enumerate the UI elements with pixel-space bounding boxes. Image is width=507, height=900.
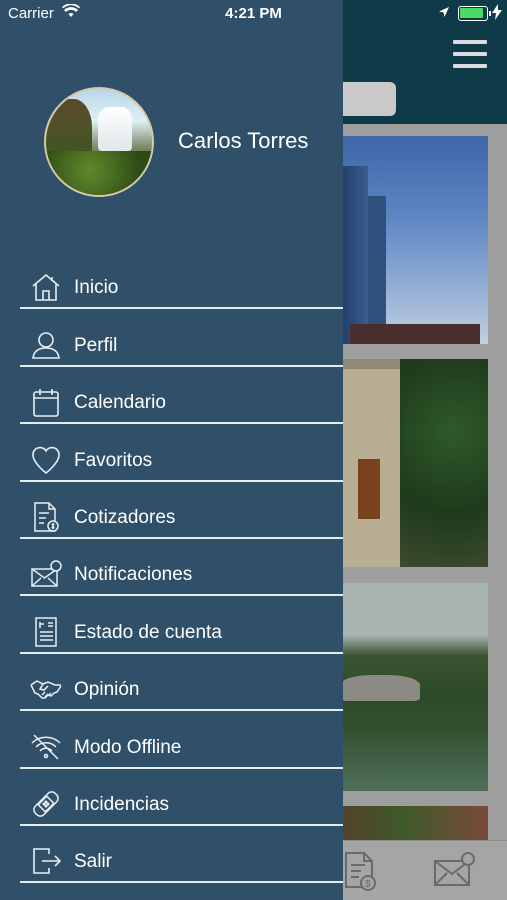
logout-icon: [30, 845, 62, 877]
menu-item-perfil[interactable]: Perfil: [20, 309, 343, 367]
avatar[interactable]: [44, 87, 154, 197]
menu-item-modo-offline[interactable]: Modo Offline: [20, 711, 343, 769]
user-name: Carlos Torres: [178, 128, 309, 153]
menu-item-notificaciones[interactable]: Notificaciones: [20, 539, 343, 597]
photo-card-building[interactable]: [320, 136, 488, 344]
battery-icon: [458, 6, 491, 21]
menu-item-salir[interactable]: Salir: [20, 826, 343, 884]
mail-notification-icon: [30, 558, 62, 590]
status-bar: Carrier 4:21 PM: [0, 0, 507, 28]
location-arrow-icon: [438, 6, 450, 18]
menu-item-label: Perfil: [74, 334, 118, 356]
menu-item-inicio[interactable]: Inicio: [20, 252, 343, 310]
photo-card-palace[interactable]: [320, 359, 488, 567]
hamburger-menu-icon[interactable]: [453, 40, 487, 70]
user-icon: [30, 329, 62, 361]
menu-item-label: Salir: [74, 851, 113, 873]
bandage-icon: [30, 788, 62, 820]
menu-item-label: Calendario: [74, 392, 166, 414]
drawer-menu: Inicio Perfil Calendario Favoritos Cotiz: [20, 252, 343, 884]
menu-item-favoritos[interactable]: Favoritos: [20, 424, 343, 482]
account-statement-icon: [30, 616, 62, 648]
menu-item-label: Opinión: [74, 679, 140, 701]
mail-notification-icon[interactable]: [432, 849, 476, 893]
menu-item-label: Notificaciones: [74, 564, 193, 586]
svg-text:$: $: [365, 879, 371, 890]
wifi-off-icon: [30, 731, 62, 763]
handshake-icon: [30, 673, 62, 705]
menu-item-label: Estado de cuenta: [74, 621, 222, 643]
menu-item-calendario[interactable]: Calendario: [20, 367, 343, 425]
menu-item-label: Inicio: [74, 277, 119, 299]
menu-item-label: Cotizadores: [74, 506, 176, 528]
calendar-icon: [30, 386, 62, 418]
menu-item-label: Incidencias: [74, 793, 170, 815]
side-drawer: Carlos Torres Inicio Perfil Calendario F…: [0, 0, 343, 900]
heart-icon: [30, 444, 62, 476]
photo-card-lake[interactable]: [320, 583, 488, 791]
menu-item-label: Favoritos: [74, 449, 153, 471]
menu-item-estado-de-cuenta[interactable]: Estado de cuenta: [20, 596, 343, 654]
menu-item-incidencias[interactable]: Incidencias: [20, 769, 343, 826]
menu-item-opinion[interactable]: Opinión: [20, 654, 343, 712]
menu-item-cotizadores[interactable]: Cotizadores: [20, 482, 343, 539]
home-icon: [30, 271, 62, 303]
quote-document-icon: [30, 501, 62, 533]
menu-item-label: Modo Offline: [74, 736, 182, 758]
clock: 4:21 PM: [225, 5, 282, 22]
charging-bolt-icon: [492, 4, 502, 20]
